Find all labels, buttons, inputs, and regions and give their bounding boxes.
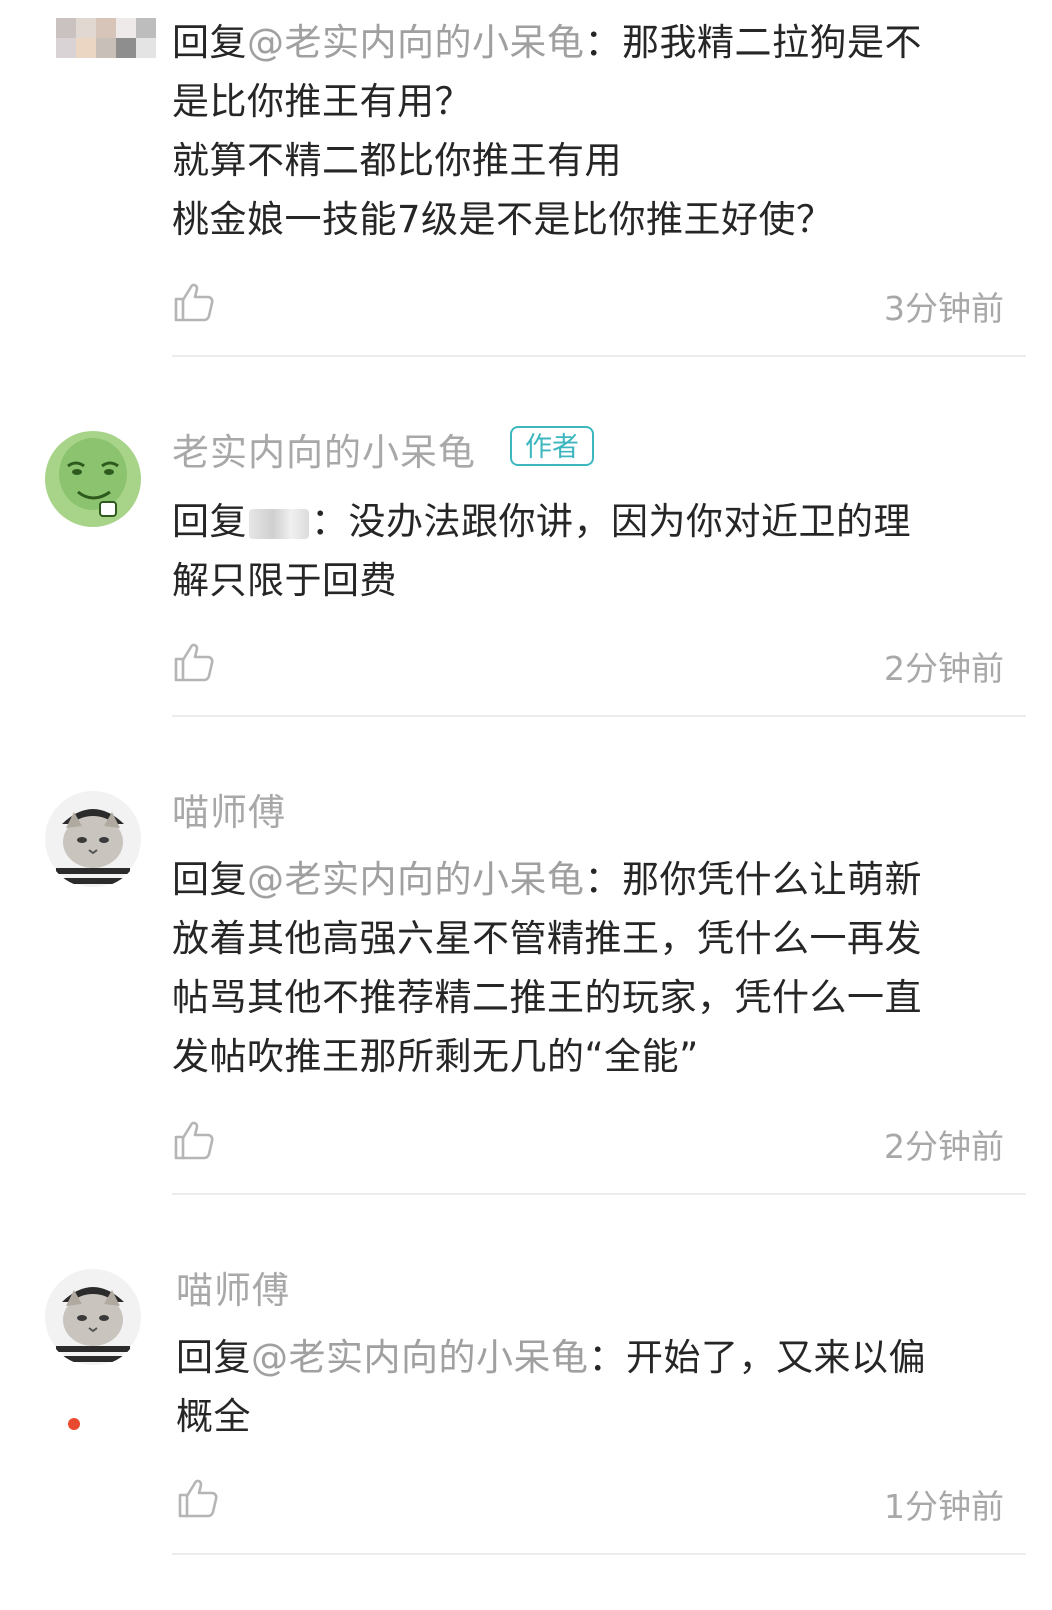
avatar[interactable] [44,790,142,888]
thumbs-up-icon[interactable] [172,640,216,684]
text-fragment: 没办法跟你讲，因为你对近卫的理 [348,500,911,543]
reply-prefix: 回复 [176,1336,251,1379]
reply-prefix: 回复 [172,21,247,64]
timestamp: 1分钟前 [884,1487,1004,1526]
comment-4: 喵师傅 回复@老实内向的小呆龟：开始了，又来以偏 概全 1分钟前 [0,1198,1052,1610]
comment-body[interactable]: 回复@老实内向的小呆龟：开始了，又来以偏 概全 [176,1328,1006,1446]
divider [172,355,1026,357]
divider [172,1193,1026,1195]
username[interactable]: 喵师傅 [176,1260,290,1314]
mention-link[interactable]: @老实内向的小呆龟 [251,1336,589,1379]
comment-1: 回复@老实内向的小呆龟：那我精二拉狗是不 是比你推王有用？ 就算不精二都比你推王… [0,0,1052,360]
thumbs-up-icon[interactable] [176,1476,220,1520]
comment-body[interactable]: 回复@老实内向的小呆龟：那我精二拉狗是不 是比你推王有用？ 就算不精二都比你推王… [172,13,1002,249]
colon: ： [584,21,622,64]
comment-line: 发帖吹推王那所剩无几的“全能” [172,1035,699,1078]
comment-line: 帖骂其他不推荐精二推王的玩家，凭什么一直 [172,976,922,1019]
thumbs-up-icon[interactable] [172,280,216,324]
timestamp: 3分钟前 [884,289,1004,328]
divider [172,715,1026,717]
comment-line: 概全 [176,1395,251,1438]
comment-line: 回复@老实内向的小呆龟：那我精二拉狗是不 [172,13,1002,72]
divider [172,1553,1026,1555]
comment-line: 解只限于回费 [172,559,397,602]
avatar[interactable] [44,1268,142,1366]
username[interactable]: 老实内向的小呆龟 [172,422,476,476]
comment-line: 回复@老实内向的小呆龟：开始了，又来以偏 [176,1328,1006,1387]
comment-line: 桃金娘一技能7级是不是比你推王好使？ [172,198,834,241]
colon: ： [588,1336,626,1379]
timestamp: 2分钟前 [884,1127,1004,1166]
comment-line: 回复@老实内向的小呆龟：那你凭什么让萌新 [172,850,1002,909]
comment-body[interactable]: 回复 ：没办法跟你讲，因为你对近卫的理 解只限于回费 [172,492,1002,610]
timestamp: 2分钟前 [884,649,1004,688]
redacted-username [249,508,309,539]
avatar[interactable] [44,430,142,528]
text-fragment: 那我精二拉狗是不 [622,21,922,64]
text-fragment: 开始了，又来以偏 [626,1336,926,1379]
text-fragment: 那你凭什么让萌新 [622,858,922,901]
mention-link[interactable]: @老实内向的小呆龟 [247,21,585,64]
reply-prefix: 回复 [172,858,247,901]
reply-prefix: 回复 [172,500,247,543]
comment-2: 老实内向的小呆龟 作者 回复 ：没办法跟你讲，因为你对近卫的理 解只限于回费 2分… [0,360,1052,720]
colon: ： [311,500,349,543]
notification-dot [68,1418,80,1430]
comment-line: 回复 ：没办法跟你讲，因为你对近卫的理 [172,492,1002,551]
thumbs-up-icon[interactable] [172,1118,216,1162]
mention-link[interactable]: @老实内向的小呆龟 [247,858,585,901]
avatar[interactable] [56,18,156,58]
comment-3: 喵师傅 回复@老实内向的小呆龟：那你凭什么让萌新 放着其他高强六星不管精推王，凭… [0,720,1052,1198]
comment-line: 是比你推王有用？ [172,80,472,123]
comment-body[interactable]: 回复@老实内向的小呆龟：那你凭什么让萌新 放着其他高强六星不管精推王，凭什么一再… [172,850,1002,1086]
author-badge: 作者 [510,426,594,466]
username[interactable]: 喵师傅 [172,782,286,836]
colon: ： [584,858,622,901]
comment-line: 放着其他高强六星不管精推王，凭什么一再发 [172,917,922,960]
comment-line: 就算不精二都比你推王有用 [172,139,622,182]
